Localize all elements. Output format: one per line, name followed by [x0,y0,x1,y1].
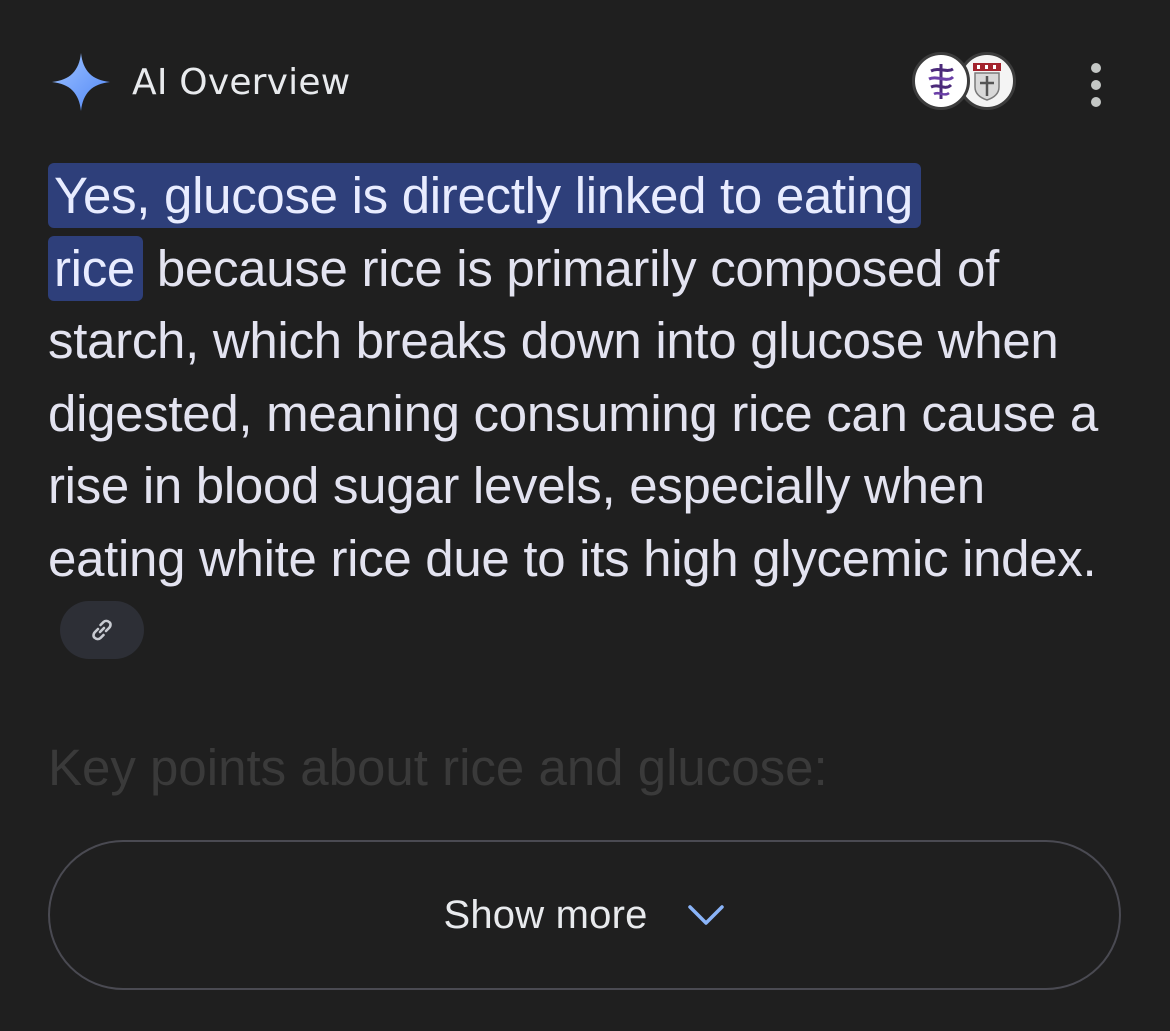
key-points-heading: Key points about rice and glucose: [48,739,828,796]
chevron-down-icon [687,905,724,925]
show-more-button[interactable]: Show more [48,840,1121,990]
source-avatars[interactable] [912,52,1022,114]
answer-body: because rice is primarily composed of st… [48,239,1098,587]
ai-overview-header: AI Overview [50,50,350,114]
ai-overview-panel: AI Overview Yes, glucose is directly lin… [0,0,1170,1031]
source-link-button[interactable] [60,600,144,659]
link-icon [92,619,112,640]
ai-overview-title: AI Overview [132,61,351,103]
highlighted-answer-line-2[interactable]: rice [48,235,143,301]
sparkle-icon [52,53,110,111]
answer-text: Yes, glucose is directly linked to eatin… [48,160,1118,668]
show-more-label: Show more [443,892,648,937]
highlighted-answer-line-1[interactable]: Yes, glucose is directly linked to eatin… [48,163,921,228]
source-logo-1-icon[interactable] [912,52,970,110]
more-vert-icon[interactable] [1078,60,1114,110]
